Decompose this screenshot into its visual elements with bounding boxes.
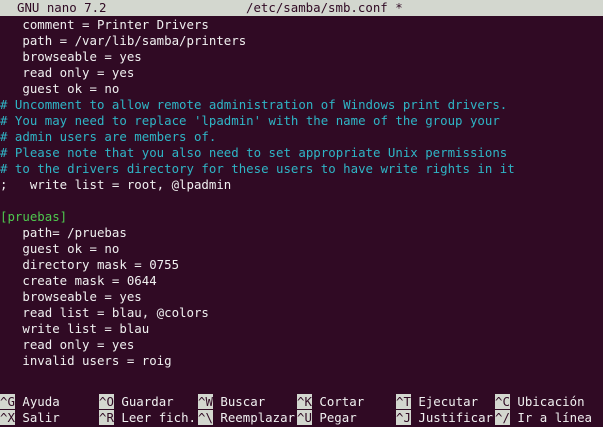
shortcut-label: Reemplazar: [220, 410, 295, 425]
shortcut-help[interactable]: ^G Ayuda: [0, 394, 60, 410]
shortcut-save[interactable]: ^O Guardar: [99, 394, 174, 410]
open-file-path: /etc/samba/smb.conf *: [246, 0, 403, 15]
editor-line[interactable]: browseable = yes: [0, 289, 603, 305]
shortcut-key: ^T: [396, 394, 411, 409]
shortcut-exit[interactable]: ^X Salir: [0, 410, 60, 426]
nano-title-bar: GNU nano 7.2 /etc/samba/smb.conf *: [0, 0, 603, 16]
shortcut-key: ^X: [0, 410, 15, 425]
editor-comment-line[interactable]: # admin users are members of.: [0, 129, 603, 145]
shortcut-location[interactable]: ^C Ubicación: [495, 394, 585, 410]
editor-line[interactable]: ; write list = root, @lpadmin: [0, 177, 603, 193]
editor-app-name: GNU nano 7.2: [17, 0, 107, 15]
editor-comment-line[interactable]: # Uncomment to allow remote administrati…: [0, 97, 603, 113]
editor-line[interactable]: read only = yes: [0, 65, 603, 81]
shortcut-replace[interactable]: ^\ Reemplazar: [198, 410, 295, 426]
shortcut-key: ^G: [0, 394, 15, 409]
shortcut-label: Cortar: [319, 394, 365, 409]
shortcut-paste[interactable]: ^U Pegar: [297, 410, 357, 426]
editor-buffer[interactable]: comment = Printer Drivers path = /var/li…: [0, 17, 603, 369]
shortcut-row-2: ^X Salir ^R Leer fich. ^\ Reemplazar ^U …: [0, 410, 603, 426]
shortcut-label: Guardar: [121, 394, 174, 409]
shortcut-key: ^R: [99, 410, 114, 425]
shortcut-label: Salir: [22, 410, 60, 425]
editor-line[interactable]: write list = blau: [0, 321, 603, 337]
editor-line[interactable]: guest ok = no: [0, 81, 603, 97]
shortcut-go-to-line[interactable]: ^/ Ir a línea: [495, 410, 592, 426]
shortcut-key: ^K: [297, 394, 312, 409]
shortcut-bar: ^G Ayuda ^O Guardar ^W Buscar ^K Cortar …: [0, 394, 603, 426]
shortcut-label: Buscar: [220, 394, 266, 409]
editor-blank-line[interactable]: [0, 193, 603, 209]
shortcut-label: Ubicación: [517, 394, 585, 409]
shortcut-key: ^J: [396, 410, 411, 425]
shortcut-justify[interactable]: ^J Justificar: [396, 410, 493, 426]
shortcut-label: Justificar: [418, 410, 493, 425]
editor-line[interactable]: path= /pruebas: [0, 225, 603, 241]
editor-line[interactable]: browseable = yes: [0, 49, 603, 65]
editor-line[interactable]: create mask = 0644: [0, 273, 603, 289]
shortcut-cut[interactable]: ^K Cortar: [297, 394, 364, 410]
shortcut-read-file[interactable]: ^R Leer fich.: [99, 410, 196, 426]
shortcut-key: ^O: [99, 394, 114, 409]
shortcut-key: ^U: [297, 410, 312, 425]
shortcut-label: Ejecutar: [418, 394, 479, 409]
shortcut-label: Ayuda: [22, 394, 60, 409]
editor-section-header[interactable]: [pruebas]: [0, 209, 603, 225]
shortcut-search[interactable]: ^W Buscar: [198, 394, 265, 410]
editor-line[interactable]: comment = Printer Drivers: [0, 17, 603, 33]
shortcut-key: ^\: [198, 410, 213, 425]
shortcut-key: ^/: [495, 410, 510, 425]
editor-line[interactable]: invalid users = roig: [0, 353, 603, 369]
editor-comment-line[interactable]: # You may need to replace 'lpadmin' with…: [0, 113, 603, 129]
shortcut-execute[interactable]: ^T Ejecutar: [396, 394, 478, 410]
shortcut-key: ^W: [198, 394, 213, 409]
shortcut-key: ^C: [495, 394, 510, 409]
editor-line[interactable]: guest ok = no: [0, 241, 603, 257]
shortcut-label: Ir a línea: [517, 410, 592, 425]
editor-comment-line[interactable]: # to the drivers directory for these use…: [0, 161, 603, 177]
editor-comment-line[interactable]: # Please note that you also need to set …: [0, 145, 603, 161]
shortcut-label: Leer fich.: [121, 410, 196, 425]
editor-line[interactable]: read list = blau, @colors: [0, 305, 603, 321]
editor-line[interactable]: read only = yes: [0, 337, 603, 353]
editor-line[interactable]: directory mask = 0755: [0, 257, 603, 273]
shortcut-row-1: ^G Ayuda ^O Guardar ^W Buscar ^K Cortar …: [0, 394, 603, 410]
shortcut-label: Pegar: [319, 410, 357, 425]
editor-line[interactable]: path = /var/lib/samba/printers: [0, 33, 603, 49]
